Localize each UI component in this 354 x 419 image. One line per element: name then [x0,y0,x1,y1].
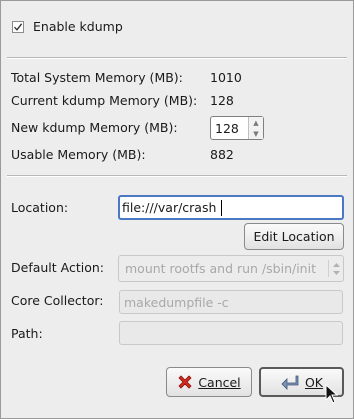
check-icon [13,23,23,31]
enable-kdump-checkbox[interactable] [12,21,24,33]
spinner-buttons: ▲ ▼ [248,117,263,139]
spin-up-icon[interactable]: ▲ [249,117,263,128]
cancel-button[interactable]: Cancel [166,367,252,397]
total-memory-value: 1010 [210,70,242,85]
edit-location-label: Edit Location [253,229,335,244]
enable-kdump-label[interactable]: Enable kdump [33,19,123,34]
location-input-text: file:///var/crash [122,200,217,215]
usable-memory-value: 882 [210,147,234,162]
core-collector-input[interactable]: makedumpfile -c [119,290,343,314]
mouse-pointer-icon [325,384,339,404]
cancel-icon [178,375,192,389]
usable-memory-label: Usable Memory (MB): [11,147,146,162]
ok-label: OK [304,374,324,390]
new-kdump-memory-label: New kdump Memory (MB): [11,120,178,135]
ok-return-arrow-icon [281,375,299,390]
spin-down-icon[interactable]: ▼ [249,128,263,139]
separator-top [7,57,347,59]
new-kdump-memory-spinner[interactable]: 128 ▲ ▼ [210,116,264,140]
location-input[interactable]: file:///var/crash [118,195,344,220]
total-memory-label: Total System Memory (MB): [11,70,183,85]
combo-divider [328,260,329,277]
core-collector-label: Core Collector: [11,293,104,308]
location-label: Location: [11,200,69,215]
default-action-select[interactable]: mount rootfs and run /sbin/init [118,255,344,282]
combo-arrows-icon [333,263,340,275]
cancel-label: Cancel [198,374,241,390]
current-kdump-memory-value: 128 [210,93,234,108]
kdump-dialog: Enable kdump Total System Memory (MB): 1… [0,0,354,419]
path-input[interactable] [119,321,343,345]
path-label: Path: [11,326,43,341]
separator-middle [7,175,347,177]
text-caret [221,200,222,216]
current-kdump-memory-label: Current kdump Memory (MB): [11,93,198,108]
new-kdump-memory-value[interactable]: 128 [215,121,239,136]
default-action-value: mount rootfs and run /sbin/init [125,261,316,276]
edit-location-button[interactable]: Edit Location [244,223,344,250]
core-collector-placeholder: makedumpfile -c [124,295,229,310]
default-action-label: Default Action: [11,260,105,275]
